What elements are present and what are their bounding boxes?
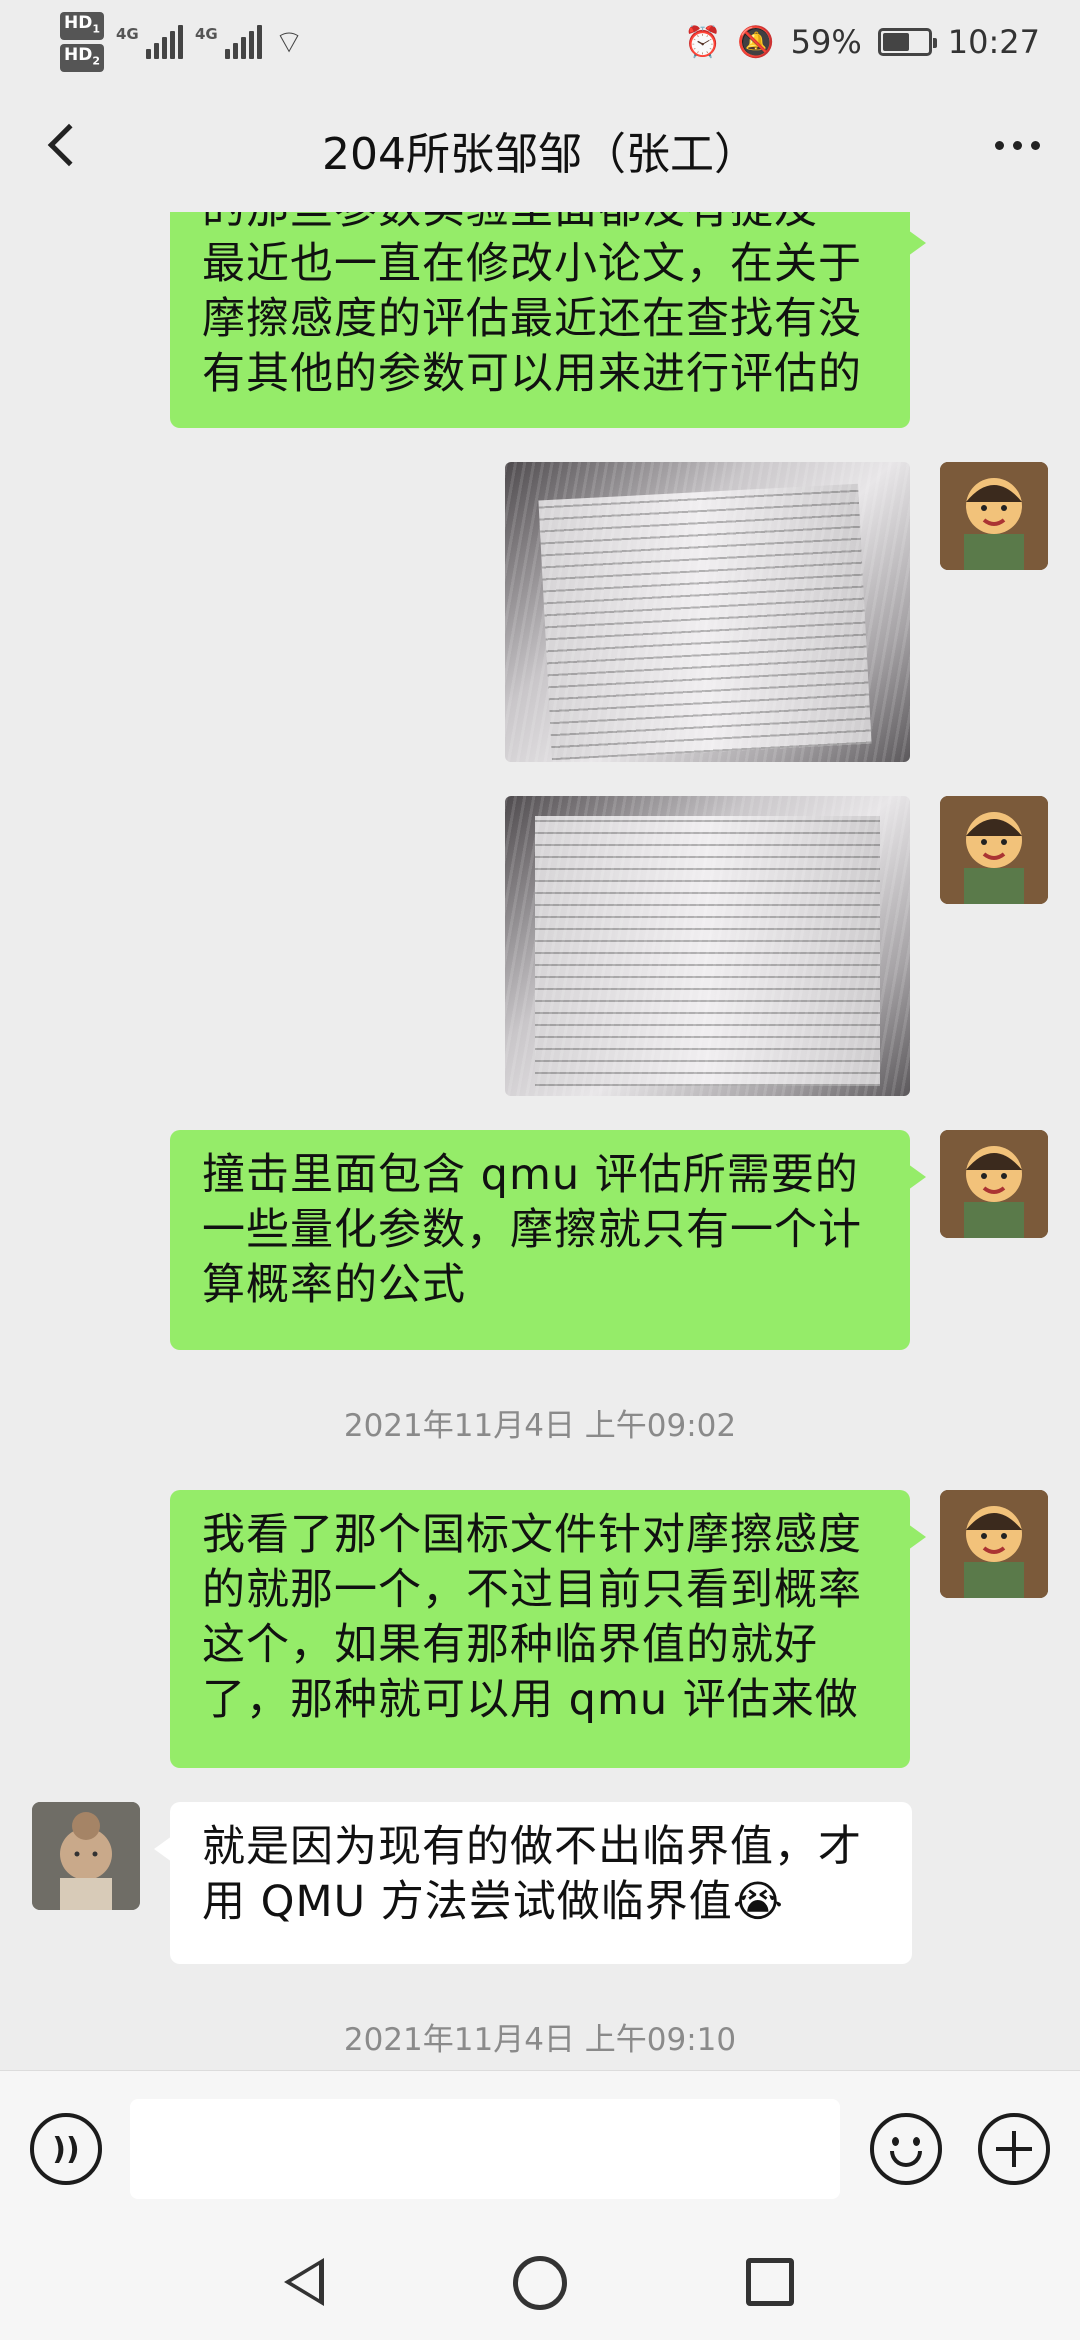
voice-button[interactable]: )) (30, 2113, 102, 2185)
message-text: 我看了那个国标文件针对摩擦感度 的就那一个，不过目前只看到概率 这个，如果有那种… (202, 1510, 862, 1725)
plus-button[interactable] (978, 2113, 1050, 2185)
status-left: HD1 HD2 4G 4G ⌔ (60, 11, 305, 73)
clock: 10:27 (947, 23, 1040, 61)
more-button[interactable] (982, 120, 1052, 170)
contact-avatar[interactable] (32, 1802, 140, 1910)
my-avatar[interactable] (940, 1130, 1048, 1238)
emoji-button[interactable] (870, 2113, 942, 2185)
message-text: 撞击里面包含 qmu 评估所需要的 一些量化参数，摩擦就只有一个计 算概率的公式 (202, 1150, 862, 1310)
battery-percent: 59% (790, 23, 862, 61)
signal-icon-2: 4G (195, 25, 262, 59)
message-text: 就是因为现有的做不出临界值，才 用 QMU 方法尝试做临界值😭 (202, 1822, 862, 1927)
voice-icon: )) (52, 2131, 80, 2167)
status-right: ⏰ 🔕 59% 10:27 (684, 14, 1040, 70)
emoji-icon (892, 2137, 920, 2146)
status-bar: HD1 HD2 4G 4G ⌔ ⏰ 🔕 59% 10:27 (0, 0, 1080, 80)
message-bubble-outgoing[interactable]: 撞击里面包含 qmu 评估所需要的 一些量化参数，摩擦就只有一个计 算概率的公式 (170, 1130, 926, 1350)
message-input[interactable] (130, 2099, 840, 2199)
message-bubble-incoming[interactable]: 就是因为现有的做不出临界值，才 用 QMU 方法尝试做临界值😭 (154, 1802, 912, 1964)
hd-badge-2: HD2 (60, 44, 104, 73)
alarm-icon: ⏰ (683, 24, 722, 60)
wifi-icon: ⌔ (274, 23, 305, 61)
message-timestamp: 2021年11月4日 上午09:02 (343, 1408, 737, 1444)
system-navigation (0, 2228, 1080, 2340)
message-image[interactable] (505, 796, 910, 1096)
chat-header: 204所张邹邹（张工） (0, 80, 1080, 212)
input-bar: )) (0, 2070, 1080, 2228)
system-back-button[interactable] (284, 2258, 324, 2306)
chat-title: 204所张邹邹（张工） (322, 129, 758, 180)
message-text: 的那些参数实验里面都没有提及 最近也一直在修改小论文，在关于 摩擦感度的评估最近… (202, 212, 862, 399)
message-bubble-outgoing[interactable]: 的那些参数实验里面都没有提及 最近也一直在修改小论文，在关于 摩擦感度的评估最近… (170, 212, 926, 428)
hd-badge-1: HD1 (60, 11, 104, 40)
battery-icon (877, 28, 937, 56)
my-avatar[interactable] (940, 462, 1048, 570)
hd-badges: HD1 HD2 (60, 11, 104, 73)
more-dots-icon (994, 140, 1004, 150)
signal-icon-1: 4G (116, 25, 183, 59)
my-avatar[interactable] (940, 1490, 1048, 1598)
message-bubble-outgoing[interactable]: 我看了那个国标文件针对摩擦感度 的就那一个，不过目前只看到概率 这个，如果有那种… (170, 1490, 926, 1768)
my-avatar[interactable] (940, 796, 1048, 904)
system-recents-button[interactable] (746, 2258, 794, 2306)
system-home-button[interactable] (513, 2256, 567, 2310)
mute-icon: 🔕 (737, 24, 775, 60)
battery-fill (882, 33, 909, 51)
message-timestamp: 2021年11月4日 上午09:10 (343, 2022, 737, 2058)
chat-history[interactable]: 的那些参数实验里面都没有提及 最近也一直在修改小论文，在关于 摩擦感度的评估最近… (0, 212, 1080, 2070)
message-image[interactable] (505, 462, 910, 762)
